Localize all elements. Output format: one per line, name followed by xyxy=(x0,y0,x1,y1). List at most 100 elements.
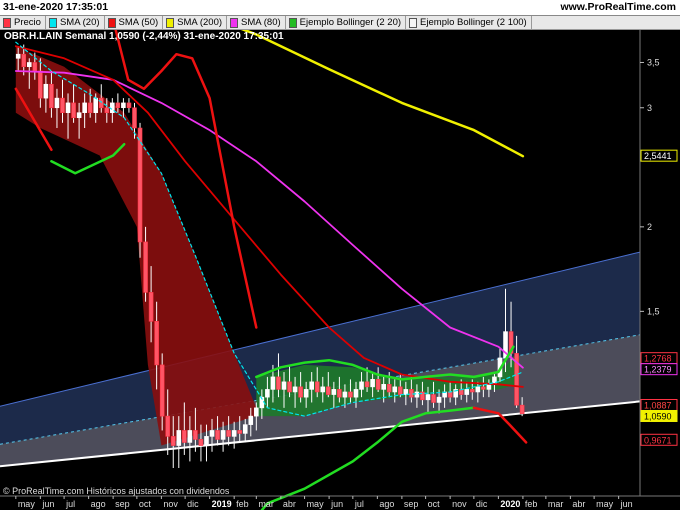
candle-body xyxy=(414,391,420,398)
candle-body xyxy=(409,389,414,398)
candle-body xyxy=(348,391,353,398)
legend-item[interactable]: Ejemplo Bollinger (2 100) xyxy=(406,15,532,30)
candle-body xyxy=(54,97,60,109)
top-timestamp: 31-ene-2020 17:35:01 xyxy=(3,1,109,13)
candle-body xyxy=(469,389,475,393)
candle-body xyxy=(375,379,381,390)
candle-body xyxy=(98,97,104,109)
candle-body xyxy=(38,70,43,99)
x-tick-label: nov xyxy=(452,499,467,509)
y-tick-label: 2 xyxy=(647,222,652,232)
candle-body xyxy=(15,53,21,59)
candle-body xyxy=(176,430,182,446)
x-tick-label: dic xyxy=(476,499,488,509)
candle-body xyxy=(204,436,209,446)
y-tick-label: 3,5 xyxy=(647,57,660,67)
x-tick-label: jun xyxy=(620,499,633,509)
legend-label: Ejemplo Bollinger (2 20) xyxy=(299,17,402,28)
top-bar: 31-ene-2020 17:35:01 www.ProRealTime.com xyxy=(0,0,680,16)
x-tick-label: oct xyxy=(428,499,441,509)
legend-bar: Precio SMA (20) SMA (50) SMA (200) SMA (80) E… xyxy=(0,15,680,30)
site-url[interactable]: www.ProRealTime.com xyxy=(560,1,676,13)
x-tick-label: 2019 xyxy=(212,499,232,509)
candle-body xyxy=(198,439,204,446)
x-tick-label: mar xyxy=(548,499,564,509)
candle-body xyxy=(276,376,281,390)
candle-body xyxy=(298,386,303,398)
x-tick-label: jun xyxy=(330,499,343,509)
x-tick-label: 2020 xyxy=(500,499,520,509)
legend-swatch xyxy=(230,17,239,28)
candle-body xyxy=(370,379,375,388)
x-tick-label: nov xyxy=(163,499,178,509)
legend-label: SMA (80) xyxy=(241,17,281,28)
candle-body xyxy=(154,321,159,366)
candle-body xyxy=(309,381,314,390)
candle-body xyxy=(248,415,254,425)
candle-body xyxy=(292,386,298,393)
value-label: 1,2768 xyxy=(644,354,672,364)
x-tick-label: feb xyxy=(236,499,249,509)
legend-swatch xyxy=(48,17,57,28)
candle-body xyxy=(386,384,392,393)
candle-body xyxy=(519,404,525,414)
candle-body xyxy=(115,102,121,109)
candle-body xyxy=(21,53,27,68)
candle-body xyxy=(165,415,171,437)
legend-item[interactable]: SMA (20) xyxy=(46,15,105,30)
candle-body xyxy=(320,386,326,393)
value-label: 1,0590 xyxy=(644,411,672,421)
x-tick-label: feb xyxy=(525,499,538,509)
candle-body xyxy=(65,102,71,113)
candle-body xyxy=(337,389,342,398)
candle-body xyxy=(71,102,76,119)
y-tick-label: 3 xyxy=(647,103,652,113)
price-chart[interactable]: 43,5321,5 mayjunjulagosepoctnovdic2019fe… xyxy=(0,0,680,510)
candle-body xyxy=(104,107,110,113)
legend-label: Precio xyxy=(14,17,41,28)
x-tick-label: abr xyxy=(283,499,296,509)
x-tick-label: jun xyxy=(41,499,54,509)
candle-body xyxy=(281,381,287,390)
candle-body xyxy=(76,112,82,119)
candle-body xyxy=(242,424,248,434)
candle-body xyxy=(93,97,99,113)
legend-label: SMA (20) xyxy=(59,17,100,28)
candle-body xyxy=(182,430,187,443)
legend-swatch xyxy=(3,17,11,28)
legend-item[interactable]: SMA (200) xyxy=(163,15,228,30)
legend-label: SMA (200) xyxy=(177,17,223,28)
x-tick-label: sep xyxy=(404,499,419,509)
value-label: 1,0887 xyxy=(644,400,672,410)
x-tick-label: may xyxy=(307,499,325,509)
candle-body xyxy=(26,62,32,68)
x-tick-label: may xyxy=(18,499,36,509)
x-tick-label: jul xyxy=(354,499,364,509)
legend-item[interactable]: Ejemplo Bollinger (2 20) xyxy=(286,15,407,30)
candle-body xyxy=(32,62,38,72)
candle-body xyxy=(287,381,292,393)
candle-body xyxy=(220,430,226,440)
candle-body xyxy=(265,389,270,398)
x-tick-label: sep xyxy=(115,499,130,509)
candle-body xyxy=(209,430,215,437)
candle-body xyxy=(270,376,276,390)
candle-body xyxy=(475,386,481,393)
candle-body xyxy=(187,430,193,443)
candle-body xyxy=(143,241,148,293)
candle-body xyxy=(170,436,176,446)
legend-item[interactable]: SMA (50) xyxy=(105,15,164,30)
legend-label: Ejemplo Bollinger (2 100) xyxy=(420,17,527,28)
legend-swatch xyxy=(288,17,297,28)
candle-body xyxy=(431,394,436,403)
legend-label: SMA (50) xyxy=(118,17,159,28)
legend-item[interactable]: Precio xyxy=(0,15,46,30)
candle-body xyxy=(231,430,237,437)
candle-body xyxy=(148,292,154,322)
candle-body xyxy=(60,97,65,113)
candle-body xyxy=(392,386,398,393)
candle-body xyxy=(326,386,331,395)
legend-item[interactable]: SMA (80) xyxy=(227,15,286,30)
x-tick-label: may xyxy=(596,499,614,509)
candle-body xyxy=(49,83,54,109)
